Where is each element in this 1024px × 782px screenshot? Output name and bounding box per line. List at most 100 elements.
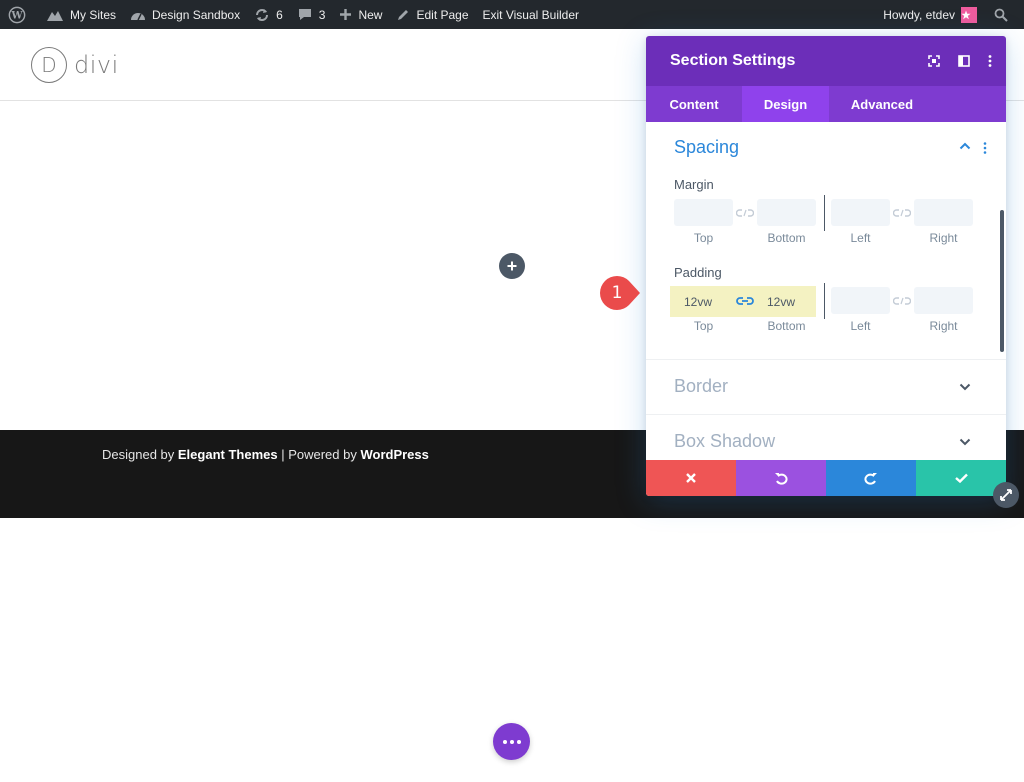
- margin-bottom-label: Bottom: [767, 231, 806, 245]
- comments-menu[interactable]: 3: [290, 0, 333, 29]
- group-separator: [646, 359, 1006, 360]
- exit-builder-label: Exit Visual Builder: [482, 7, 580, 22]
- edit-page-label: Edit Page: [416, 7, 469, 22]
- fullscreen-icon: [928, 55, 940, 67]
- modal-tabs: Content Design Advanced: [646, 86, 1006, 122]
- spacing-options-button[interactable]: [983, 142, 987, 154]
- box-shadow-group-title[interactable]: Box Shadow: [674, 431, 775, 452]
- padding-left-label: Left: [850, 319, 871, 333]
- updates-menu[interactable]: 6: [247, 0, 290, 29]
- modal-body[interactable]: Spacing Margin Top Bottom Left Right Pad…: [646, 122, 1006, 460]
- modal-scrollbar[interactable]: [1000, 210, 1004, 352]
- updates-count: 6: [276, 7, 283, 22]
- padding-top-label: Top: [693, 319, 714, 333]
- more-dots-icon: [502, 739, 521, 744]
- snap-sidebar-button[interactable]: [958, 55, 970, 67]
- logo-mark: D: [31, 47, 67, 83]
- footer-prefix: Designed by: [102, 447, 178, 462]
- padding-bottom-input[interactable]: 12vw: [757, 288, 816, 315]
- vertical-dots-icon: [988, 55, 992, 67]
- padding-link-horizontal-button[interactable]: [893, 294, 911, 308]
- new-content-menu[interactable]: New: [332, 0, 389, 29]
- padding-right-input[interactable]: [914, 287, 973, 314]
- wordpress-icon: W: [8, 6, 26, 23]
- tab-design[interactable]: Design: [742, 86, 829, 122]
- my-sites-label: My Sites: [70, 7, 117, 22]
- search-icon: [994, 8, 1008, 22]
- avatar: [961, 6, 977, 23]
- modal-resize-handle[interactable]: [993, 482, 1019, 508]
- spacing-collapse-button[interactable]: [959, 142, 971, 150]
- modal-footer: [646, 460, 1006, 496]
- margin-top-label: Top: [693, 231, 714, 245]
- my-sites-icon: [47, 10, 63, 21]
- sidebar-icon: [958, 55, 970, 67]
- tab-content[interactable]: Content: [646, 86, 742, 122]
- howdy-label: Howdy, etdev: [883, 7, 955, 22]
- redo-icon: [864, 472, 877, 485]
- chevron-down-icon: [959, 383, 971, 391]
- admin-search-button[interactable]: [987, 0, 1024, 29]
- footer-mid: | Powered by: [277, 447, 361, 462]
- margin-link-vertical-button[interactable]: [736, 206, 754, 220]
- modal-header-actions: [928, 36, 992, 86]
- logo-text: divi: [74, 51, 119, 79]
- unlink-icon: [893, 209, 911, 217]
- edit-page-link[interactable]: Edit Page: [389, 0, 475, 29]
- wordpress-logo-menu[interactable]: W: [0, 0, 39, 29]
- admin-bar-secondary: Howdy, etdev: [876, 0, 1024, 29]
- section-settings-modal: Section Settings Content Design Advanced…: [646, 36, 1006, 496]
- margin-label: Margin: [674, 177, 714, 192]
- page-settings-button[interactable]: [493, 723, 530, 760]
- border-group-title[interactable]: Border: [674, 376, 728, 397]
- margin-divider: [824, 195, 825, 231]
- margin-bottom-input[interactable]: [757, 199, 816, 226]
- box-shadow-expand-button[interactable]: [959, 438, 971, 446]
- exit-visual-builder-link[interactable]: Exit Visual Builder: [476, 0, 587, 29]
- footer-credits: Designed by Elegant Themes | Powered by …: [102, 447, 429, 462]
- margin-top-input[interactable]: [674, 199, 733, 226]
- cancel-button[interactable]: [646, 460, 736, 496]
- site-logo[interactable]: D divi: [31, 47, 119, 83]
- plus-icon: [340, 9, 352, 20]
- group-separator: [646, 414, 1006, 415]
- plus-icon: [507, 261, 517, 271]
- my-sites-menu[interactable]: My Sites: [39, 0, 123, 29]
- tab-advanced[interactable]: Advanced: [829, 86, 935, 122]
- undo-button[interactable]: [736, 460, 826, 496]
- site-name-label: Design Sandbox: [152, 7, 241, 22]
- padding-left-input[interactable]: [831, 287, 890, 314]
- resize-icon: [1000, 489, 1012, 501]
- expand-modal-button[interactable]: [928, 55, 940, 67]
- margin-link-horizontal-button[interactable]: [893, 206, 911, 220]
- padding-divider: [824, 283, 825, 319]
- spacing-group-title[interactable]: Spacing: [674, 137, 739, 158]
- chevron-up-icon: [959, 142, 971, 150]
- modal-options-button[interactable]: [988, 55, 992, 67]
- padding-right-label: Right: [929, 319, 958, 333]
- unlink-icon: [736, 209, 754, 217]
- modal-title: Section Settings: [670, 52, 796, 69]
- footer-brand-link[interactable]: Elegant Themes: [178, 447, 278, 462]
- margin-right-input[interactable]: [914, 199, 973, 226]
- modal-header[interactable]: Section Settings: [646, 36, 1006, 86]
- avatar-star-icon: [961, 10, 971, 19]
- margin-left-input[interactable]: [831, 199, 890, 226]
- padding-link-vertical-button[interactable]: [736, 294, 754, 308]
- border-expand-button[interactable]: [959, 383, 971, 391]
- user-account-menu[interactable]: Howdy, etdev: [876, 0, 987, 29]
- check-icon: [954, 473, 968, 483]
- svg-text:W: W: [10, 10, 23, 21]
- comments-count: 3: [318, 7, 326, 22]
- undo-icon: [775, 472, 788, 485]
- vertical-dots-icon: [983, 142, 987, 154]
- add-section-button[interactable]: [499, 253, 525, 279]
- footer-platform-link[interactable]: WordPress: [360, 447, 428, 462]
- admin-bar: W My Sites Design Sandbox 6 3 New Edit P…: [0, 0, 1024, 29]
- padding-top-input[interactable]: 12vw: [674, 288, 733, 315]
- redo-button[interactable]: [826, 460, 916, 496]
- site-name-menu[interactable]: Design Sandbox: [123, 0, 247, 29]
- comment-icon: [298, 9, 311, 20]
- updates-icon: [256, 8, 269, 21]
- unlink-icon: [893, 297, 911, 305]
